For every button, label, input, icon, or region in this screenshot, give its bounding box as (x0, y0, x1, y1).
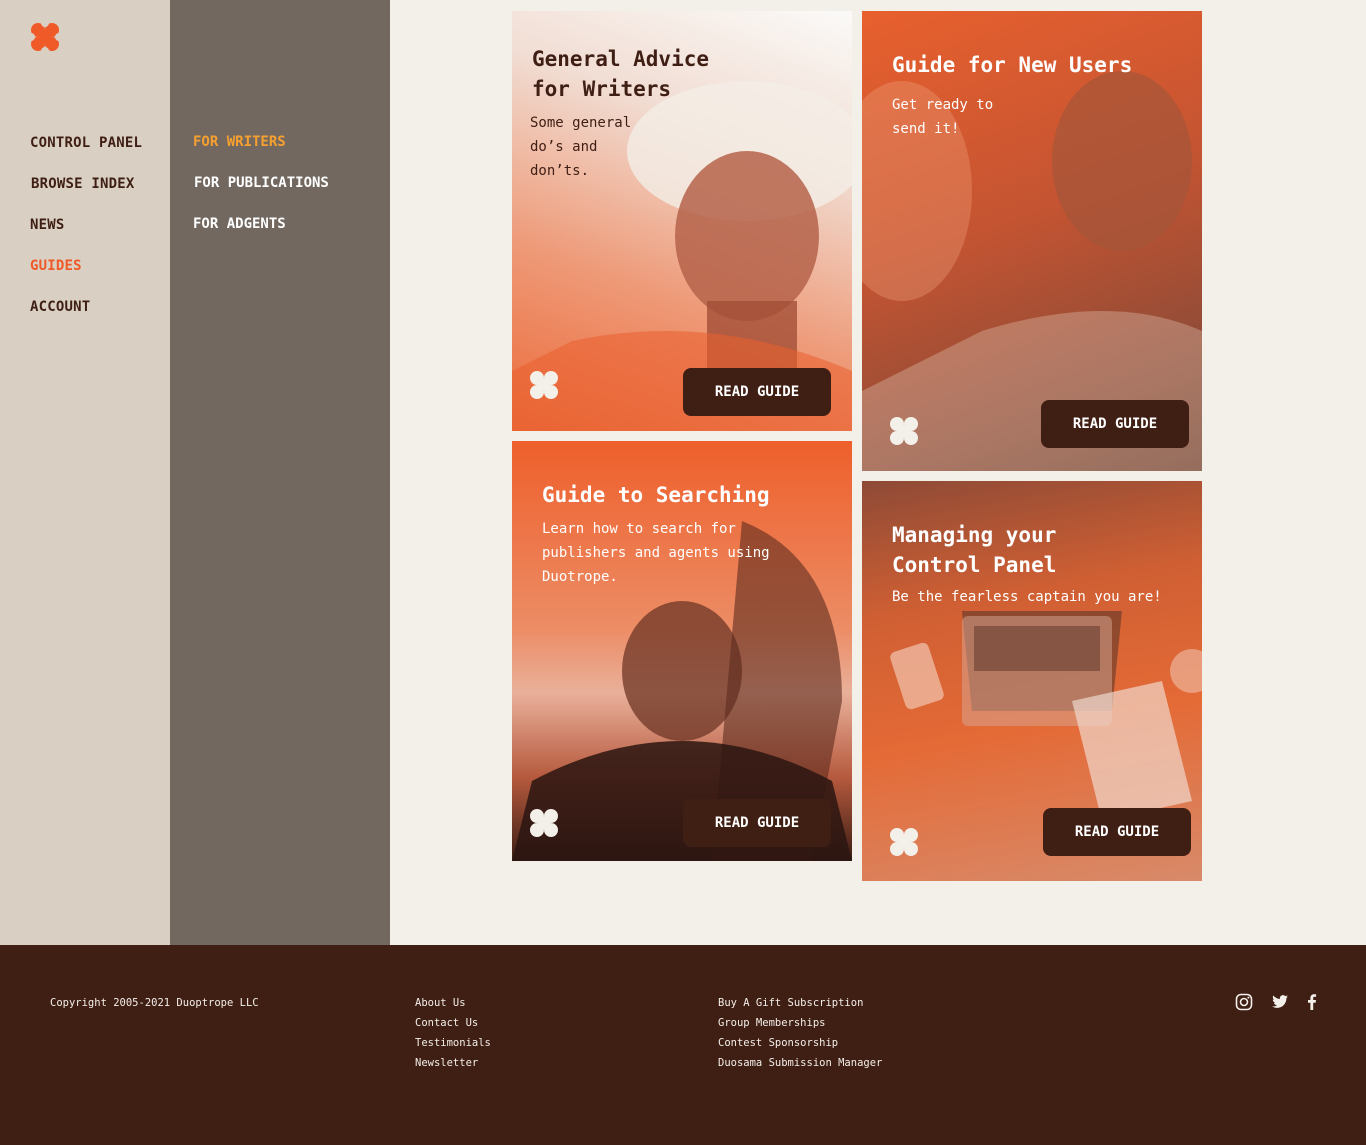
card-description: Be the fearless captain you are! (892, 589, 1162, 605)
primary-sidebar: CONTROL PANEL BROWSE INDEX NEWS GUIDES A… (0, 0, 170, 945)
nav-item-news[interactable]: NEWS (30, 217, 65, 233)
twitter-icon[interactable] (1271, 993, 1289, 1011)
footer-link-submission-manager[interactable]: Duosama Submission Manager (718, 1053, 882, 1073)
card-title: Guide to Searching (542, 483, 770, 507)
card-description: Learn how to search for publishers and ag… (542, 521, 770, 585)
subnav-item-for-writers[interactable]: FOR WRITERS (193, 134, 286, 150)
instagram-icon[interactable] (1235, 993, 1253, 1011)
read-guide-button[interactable]: READ GUIDE (1041, 400, 1189, 448)
card-title: Managing your Control Panel (892, 523, 1057, 577)
nav-item-guides[interactable]: GUIDES (30, 258, 82, 274)
guide-card-general-advice: General Advice for Writers Some general do… (512, 11, 852, 431)
guide-card-control-panel: Managing your Control Panel Be the fearle… (862, 481, 1202, 881)
footer-links-col2: Buy A Gift Subscription Group Membership… (718, 993, 882, 1073)
read-guide-button[interactable]: READ GUIDE (683, 799, 831, 847)
secondary-sidebar: FOR WRITERS FOR PUBLICATIONS FOR ADGENTS (170, 0, 390, 945)
facebook-icon[interactable] (1303, 993, 1321, 1011)
card-title: Guide for New Users (892, 53, 1133, 77)
guide-card-searching: Guide to Searching Learn how to search f… (512, 441, 852, 861)
subnav-item-for-publications[interactable]: FOR PUBLICATIONS (194, 175, 329, 191)
footer-link-contest-sponsorship[interactable]: Contest Sponsorship (718, 1033, 882, 1053)
nav-item-browse-index[interactable]: BROWSE INDEX (31, 176, 135, 192)
duotrope-logo-icon[interactable] (30, 22, 60, 52)
footer-links-col1: About Us Contact Us Testimonials Newslet… (415, 993, 491, 1073)
nav-item-control-panel[interactable]: CONTROL PANEL (30, 135, 142, 151)
footer-copyright: Copyright 2005-2021 Duoptrope LLC (50, 997, 259, 1009)
card-logo-icon (890, 828, 918, 856)
subnav-item-for-agents[interactable]: FOR ADGENTS (193, 216, 286, 232)
card-logo-icon (530, 371, 558, 399)
footer-link-group-memberships[interactable]: Group Memberships (718, 1013, 882, 1033)
card-title: General Advice for Writers (532, 47, 710, 101)
card-logo-icon (890, 417, 918, 445)
read-guide-button[interactable]: READ GUIDE (1043, 808, 1191, 856)
footer-link-gift-subscription[interactable]: Buy A Gift Subscription (718, 993, 882, 1013)
card-logo-icon (530, 809, 558, 837)
nav-item-account[interactable]: ACCOUNT (30, 299, 90, 315)
footer-link-newsletter[interactable]: Newsletter (415, 1053, 491, 1073)
guide-card-new-users: Guide for New Users Get ready to send it!… (862, 11, 1202, 471)
card-description: Some general do’s and don’ts. (530, 115, 632, 179)
footer-link-contact-us[interactable]: Contact Us (415, 1013, 491, 1033)
footer: Copyright 2005-2021 Duoptrope LLC About … (0, 945, 1366, 1145)
footer-link-about-us[interactable]: About Us (415, 993, 491, 1013)
footer-link-testimonials[interactable]: Testimonials (415, 1033, 491, 1053)
read-guide-button[interactable]: READ GUIDE (683, 368, 831, 416)
card-description: Get ready to send it! (892, 97, 994, 137)
